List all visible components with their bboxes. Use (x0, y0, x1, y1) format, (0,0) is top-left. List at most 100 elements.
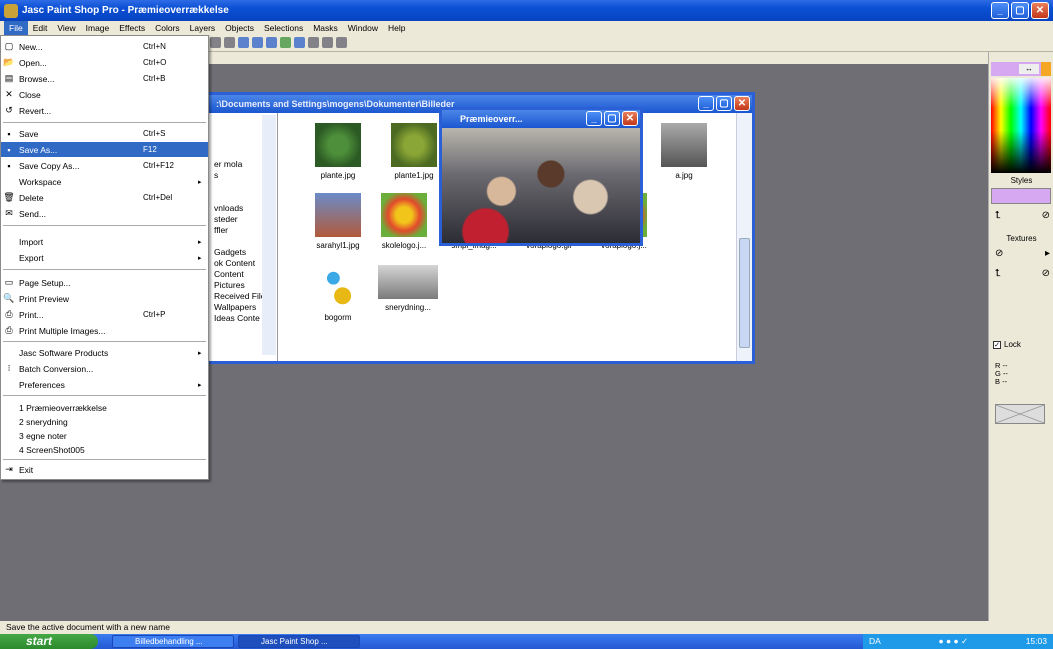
browse-minimize-button[interactable]: _ (698, 96, 714, 111)
delete-icon: 🗑 (3, 192, 15, 202)
menu-item-preferences[interactable]: Preferences ▸ (1, 377, 208, 392)
menu-item-batch-conversion[interactable]: ⁝ Batch Conversion... (1, 361, 208, 376)
menu-help[interactable]: Help (383, 21, 410, 35)
thumbnail-item[interactable]: plante.jpg (308, 123, 368, 180)
image-close-button[interactable]: ✕ (622, 111, 638, 126)
menu-colors[interactable]: Colors (150, 21, 185, 35)
null-texture-2-icon[interactable]: ⊘ (1042, 268, 1050, 279)
window-icon[interactable] (308, 37, 319, 48)
menu-item-delete[interactable]: 🗑 Delete Ctrl+Del (1, 190, 208, 205)
null-style-icon[interactable]: ⊘ (1042, 210, 1050, 221)
thumbnail-item[interactable]: a.jpg (654, 123, 714, 180)
title-bar: Jasc Paint Shop Pro - Præmieoverrækkelse… (0, 0, 1053, 21)
menu-item-import[interactable]: Import ▸ (1, 234, 208, 249)
menu-objects[interactable]: Objects (220, 21, 259, 35)
menu-selections[interactable]: Selections (259, 21, 308, 35)
menu-view[interactable]: View (52, 21, 80, 35)
menu-item-page-setup[interactable]: ▭ Page Setup... (1, 275, 208, 290)
taskbar-item-paint-shop[interactable]: Jasc Paint Shop ... (238, 635, 360, 648)
recent-file-item[interactable]: 1 Præmieoverrækkelse (1, 400, 208, 415)
lock-control[interactable]: ✓ Lock (993, 340, 1021, 349)
swap-style-icon[interactable]: ⮤ (995, 210, 1001, 221)
thumbnail-image (315, 265, 361, 309)
recent-file-item[interactable]: 3 egne noter (1, 428, 208, 443)
undo-icon[interactable] (210, 37, 221, 48)
minimize-button[interactable]: _ (991, 2, 1009, 19)
thumbnail-item[interactable]: plante1.jpg (384, 123, 444, 180)
image-icon[interactable] (280, 37, 291, 48)
overview-icon[interactable] (252, 37, 263, 48)
menu-item-new[interactable]: ▢ New... Ctrl+N (1, 39, 208, 54)
textures-controls: ⊘ ▸ (995, 248, 1050, 259)
background-swatch[interactable] (1041, 62, 1051, 76)
lock-label: Lock (1004, 340, 1021, 349)
browse-maximize-button[interactable]: ▢ (716, 96, 732, 111)
menu-item-browse[interactable]: ▤ Browse... Ctrl+B (1, 71, 208, 86)
menu-item-exit[interactable]: ⇥ Exit (1, 462, 208, 477)
print-preview-icon: 🔍 (3, 293, 15, 303)
redo-icon[interactable] (224, 37, 235, 48)
browse-close-button[interactable]: ✕ (734, 96, 750, 111)
photo-canvas[interactable] (442, 128, 640, 243)
start-button[interactable]: start (0, 634, 98, 649)
thumbnail-label: snerydning... (385, 303, 431, 312)
menu-masks[interactable]: Masks (308, 21, 343, 35)
page-setup-icon: ▭ (4, 277, 14, 287)
thumbnail-item[interactable]: sarahyl1.jpg (308, 193, 368, 250)
menu-separator (3, 395, 206, 396)
swap-colors-icon[interactable]: ↔ (1019, 64, 1039, 74)
menu-item-close[interactable]: ✕ Close (1, 87, 208, 102)
menu-effects[interactable]: Effects (114, 21, 150, 35)
image-minimize-button[interactable]: _ (586, 111, 602, 126)
swap-texture-icon[interactable]: ⮤ (995, 268, 1001, 279)
menu-item-save-copy-as[interactable]: ▪ Save Copy As... Ctrl+F12 (1, 158, 208, 173)
help-icon[interactable] (322, 37, 333, 48)
menu-item-print-preview[interactable]: 🔍 Print Preview (1, 291, 208, 306)
browse-icon: ▤ (4, 73, 14, 83)
taskbar-item-billedbehandling[interactable]: Billedbehandling ... (112, 635, 234, 648)
menu-item-workspace[interactable]: Workspace ▸ (1, 174, 208, 189)
menu-layers[interactable]: Layers (185, 21, 221, 35)
menu-item-revert[interactable]: ↺ Revert... (1, 103, 208, 118)
menu-item-print[interactable]: ⎙ Print... Ctrl+P (1, 307, 208, 322)
menu-item-print-multiple[interactable]: ⎙ Print Multiple Images... (1, 323, 208, 338)
thumbnail-item[interactable]: skolelogo.j... (374, 193, 434, 250)
save-as-icon: ▪ (7, 144, 11, 155)
menu-item-save[interactable]: ▪ Save Ctrl+S (1, 126, 208, 141)
close-button[interactable]: ✕ (1031, 2, 1049, 19)
palette-icon[interactable] (294, 37, 305, 48)
menu-image[interactable]: Image (81, 21, 115, 35)
null-texture-icon[interactable]: ⊘ (995, 248, 1003, 259)
tree-scrollbar[interactable] (262, 115, 276, 355)
menu-item-save-as[interactable]: ▪ Save As... F12 (1, 142, 208, 157)
layers-icon[interactable] (238, 37, 249, 48)
recent-file-item[interactable]: 4 ScreenShot005 (1, 442, 208, 457)
thumbnail-item[interactable]: bogorm (308, 265, 368, 322)
recent-file-item[interactable]: 2 snerydning (1, 414, 208, 429)
texture-arrow-icon[interactable]: ▸ (1045, 248, 1050, 259)
submenu-arrow-icon: ▸ (198, 254, 202, 262)
system-tray: DA ● ● ● ✓ 15:03 (863, 634, 1053, 649)
menu-window[interactable]: Window (343, 21, 383, 35)
thumbnail-image (315, 193, 361, 237)
thumbnail-image (381, 193, 427, 237)
language-indicator[interactable]: DA (869, 634, 881, 649)
menu-item-send[interactable]: ✉ Send... (1, 206, 208, 221)
menu-edit[interactable]: Edit (28, 21, 53, 35)
histogram-icon[interactable] (266, 37, 277, 48)
scrollbar-thumb[interactable] (739, 238, 750, 348)
menu-item-jasc-products[interactable]: Jasc Software Products ▸ (1, 345, 208, 360)
styles-swatch[interactable] (991, 188, 1051, 204)
lock-icon[interactable] (336, 37, 347, 48)
thumbnail-label: skolelogo.j... (381, 241, 427, 250)
lock-checkbox[interactable]: ✓ (993, 340, 1001, 349)
menu-file[interactable]: File (4, 21, 28, 35)
open-icon: 📂 (3, 57, 15, 67)
thumbnail-scrollbar[interactable] (736, 113, 752, 361)
print-multiple-icon: ⎙ (5, 325, 13, 335)
menu-item-export[interactable]: Export ▸ (1, 250, 208, 265)
image-maximize-button[interactable]: ▢ (604, 111, 620, 126)
thumbnail-item[interactable]: snerydning... (378, 265, 438, 312)
maximize-button[interactable]: ▢ (1011, 2, 1029, 19)
menu-item-open[interactable]: 📂 Open... Ctrl+O (1, 55, 208, 70)
